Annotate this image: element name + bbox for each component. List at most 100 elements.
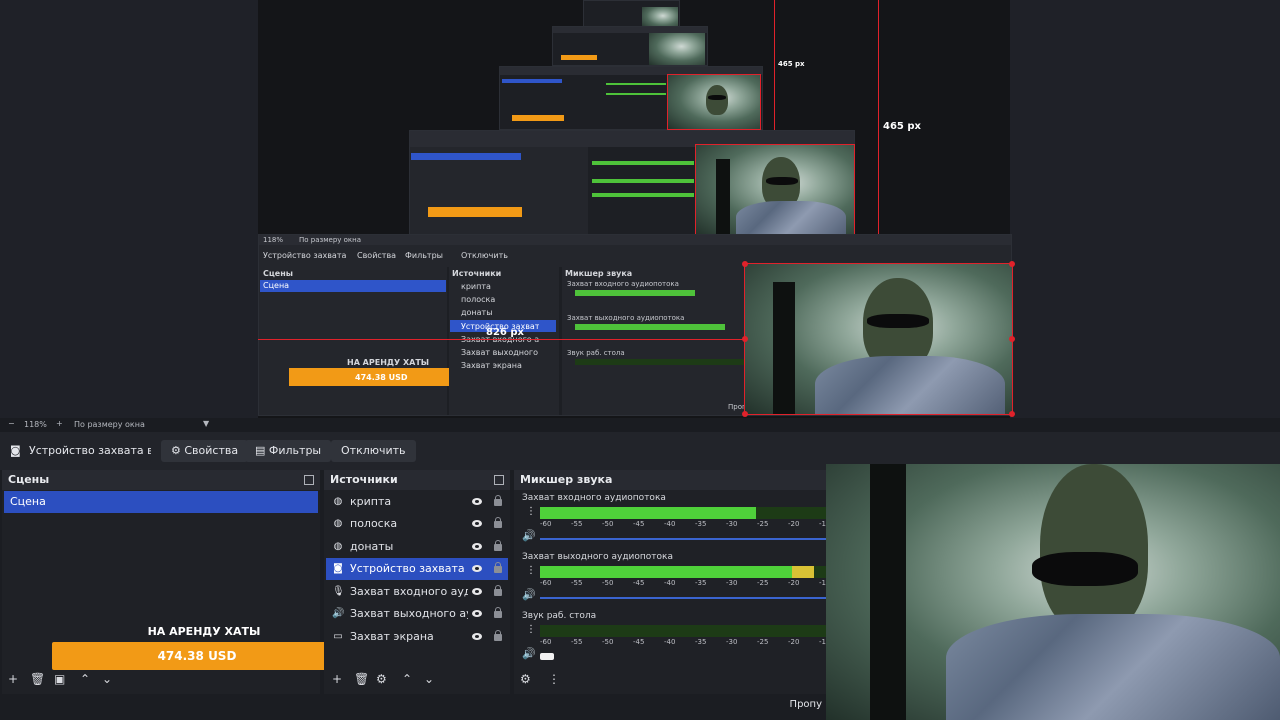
- meter-tick-label: -60: [540, 579, 552, 587]
- trash-icon[interactable]: 🗑: [354, 672, 369, 686]
- meter-tick-label: -40: [664, 520, 676, 528]
- volume-meter: [540, 625, 826, 637]
- mixer-title: Микшер звука: [514, 470, 826, 490]
- zoom-bar: − 118% + По размеру окна ▼: [0, 418, 1280, 432]
- zoom-in-button[interactable]: +: [56, 419, 63, 428]
- more-icon[interactable]: ⋮: [526, 625, 536, 635]
- speaker-icon: 🔊: [332, 608, 345, 619]
- more-icon[interactable]: ⋮: [526, 566, 536, 576]
- meter-tick-label: -45: [633, 579, 645, 587]
- meter-tick-label: -25: [757, 579, 769, 587]
- resize-handle-br[interactable]: [1009, 411, 1015, 417]
- filter-icon: ▤: [255, 444, 266, 457]
- eye-icon[interactable]: [472, 633, 482, 640]
- nested-capture-level-3: [499, 66, 763, 130]
- speaker-icon[interactable]: 🔊: [522, 529, 536, 542]
- gear-icon: ⚙: [171, 444, 181, 457]
- eye-icon[interactable]: [472, 610, 482, 617]
- lock-icon[interactable]: [494, 540, 502, 551]
- eye-icon[interactable]: [472, 588, 482, 595]
- trash-icon[interactable]: 🗑: [30, 672, 45, 686]
- sources-dock: Источники ◍ крипта ◍ полоска ◍ донаты ◙ …: [324, 470, 510, 694]
- more-icon[interactable]: ⋮: [548, 672, 560, 686]
- float-icon[interactable]: [494, 475, 504, 485]
- add-icon[interactable]: +: [8, 672, 18, 686]
- source-item-video-capture[interactable]: ◙ Устройство захвата видео: [326, 558, 508, 580]
- nested-webcam-4: [649, 33, 705, 65]
- chevron-down-icon[interactable]: ▼: [203, 419, 209, 428]
- eye-icon[interactable]: [472, 543, 482, 550]
- meter-tick-label: -20: [788, 520, 800, 528]
- meter-tick-label: -30: [726, 520, 738, 528]
- properties-button[interactable]: ⚙ Свойства: [161, 440, 249, 462]
- meter-tick-label: -15: [819, 638, 826, 646]
- source-item-donations[interactable]: ◍ донаты: [326, 536, 508, 558]
- source-item-audio-output[interactable]: 🔊 Захват выходного аудиопотока: [326, 603, 508, 625]
- source-item-stripe[interactable]: ◍ полоска: [326, 513, 508, 535]
- meter-tick-label: -35: [695, 638, 707, 646]
- eye-icon[interactable]: [472, 565, 482, 572]
- zoom-fit-select[interactable]: По размеру окна: [74, 420, 145, 429]
- speaker-icon[interactable]: 🔊: [522, 588, 536, 601]
- webcam-overlay: [826, 464, 1280, 720]
- meter-tick-label: -55: [571, 638, 583, 646]
- studio-mode-label[interactable]: Пропу: [790, 699, 822, 710]
- arrow-up-icon[interactable]: ⌃: [80, 672, 90, 686]
- globe-icon: ◍: [333, 541, 343, 552]
- lock-icon[interactable]: [494, 630, 502, 641]
- preview-canvas[interactable]: 465 px 465 px 118% По размеру окна Устро…: [0, 0, 1280, 418]
- meter-tick-label: -15: [819, 520, 826, 528]
- measure-vertical: 465 px: [883, 121, 921, 132]
- meter-tick-label: -50: [602, 638, 614, 646]
- meter-ticks: -60 -55 -50 -45 -40 -35 -30 -25 -20 -15: [540, 638, 826, 648]
- add-icon[interactable]: +: [332, 672, 342, 686]
- guide-line-vertical-small: [774, 0, 775, 130]
- volume-slider[interactable]: [540, 538, 826, 540]
- meter-tick-label: -45: [633, 638, 645, 646]
- source-item-audio-input[interactable]: 🎙 Захват входного аудиопотока: [326, 581, 508, 603]
- microphone-icon: 🎙: [332, 586, 345, 597]
- resize-handle-tr[interactable]: [1009, 261, 1015, 267]
- volume-slider[interactable]: [540, 597, 826, 599]
- zoom-percent: 118%: [24, 420, 47, 429]
- nested-webcam-2: [695, 144, 855, 236]
- mute-indicator[interactable]: [540, 653, 554, 660]
- arrow-down-icon[interactable]: ⌄: [102, 672, 112, 686]
- meter-tick-label: -55: [571, 579, 583, 587]
- meter-tick-label: -55: [571, 520, 583, 528]
- mixer-channel-name: Звук раб. стола: [522, 611, 597, 621]
- lock-icon[interactable]: [494, 517, 502, 528]
- meter-tick-label: -25: [757, 638, 769, 646]
- resize-handle-tl[interactable]: [742, 261, 748, 267]
- globe-icon: ◍: [333, 496, 343, 507]
- meter-tick-label: -50: [602, 579, 614, 587]
- scene-item[interactable]: Сцена: [4, 491, 318, 513]
- sources-title: Источники: [324, 470, 510, 490]
- arrow-down-icon[interactable]: ⌄: [424, 672, 434, 686]
- zoom-out-button[interactable]: −: [8, 419, 15, 428]
- speaker-icon[interactable]: 🔊: [522, 647, 536, 660]
- lock-icon[interactable]: [494, 585, 502, 596]
- eye-icon[interactable]: [472, 520, 482, 527]
- lock-icon[interactable]: [494, 607, 502, 618]
- gear-icon[interactable]: ⚙: [376, 672, 387, 686]
- eye-icon[interactable]: [472, 498, 482, 505]
- deactivate-button[interactable]: Отключить: [331, 440, 416, 462]
- lock-icon[interactable]: [494, 495, 502, 506]
- source-item-crypto[interactable]: ◍ крипта: [326, 491, 508, 513]
- globe-icon: ◍: [333, 518, 343, 529]
- filter-icon[interactable]: ▣: [54, 672, 65, 686]
- more-icon[interactable]: ⋮: [526, 507, 536, 517]
- preview-webcam-source[interactable]: [744, 263, 1013, 415]
- meter-tick-label: -60: [540, 638, 552, 646]
- float-icon[interactable]: [304, 475, 314, 485]
- filters-button[interactable]: ▤ Фильтры: [245, 440, 332, 462]
- arrow-up-icon[interactable]: ⌃: [402, 672, 412, 686]
- lock-icon[interactable]: [494, 562, 502, 573]
- resize-handle-bl[interactable]: [742, 411, 748, 417]
- monitor-icon: ▭: [333, 631, 343, 642]
- resize-handle-r[interactable]: [1009, 336, 1015, 342]
- source-item-screen-capture[interactable]: ▭ Захват экрана: [326, 626, 508, 648]
- status-strip: [0, 694, 826, 720]
- gear-icon[interactable]: ⚙: [520, 672, 531, 686]
